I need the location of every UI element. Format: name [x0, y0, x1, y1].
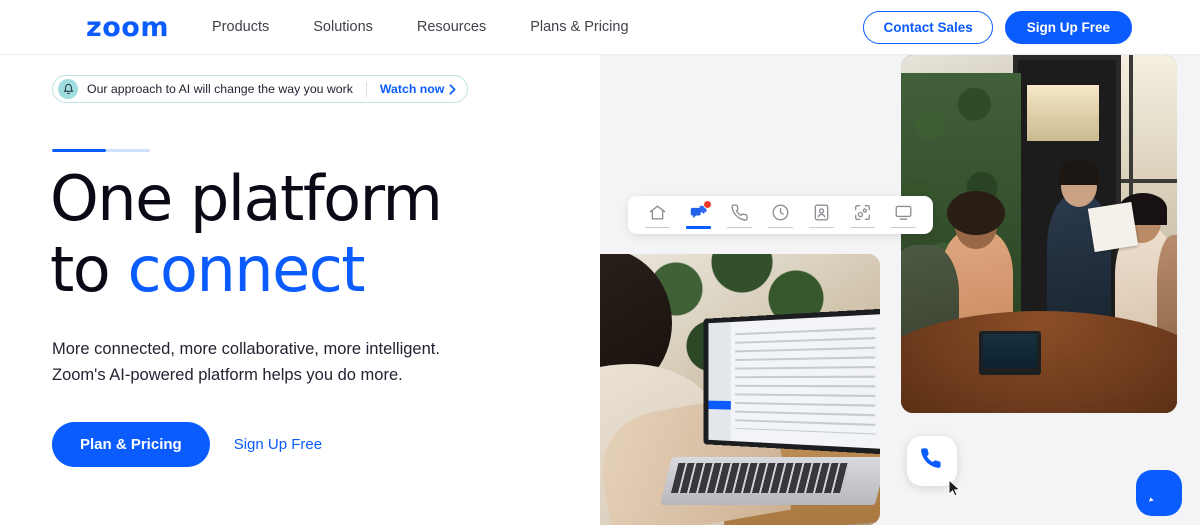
zoom-homepage: zoom Products Solutions Resources Plans …	[0, 0, 1200, 525]
headline-line-2-accent: connect	[127, 233, 365, 306]
home-icon	[648, 202, 667, 224]
toolbar-item-chat[interactable]	[678, 196, 719, 234]
notification-badge	[703, 200, 712, 209]
subhead-line-2: Zoom's AI-powered platform helps you do …	[52, 366, 403, 384]
announcement-divider	[365, 81, 367, 97]
phone-icon	[730, 202, 749, 224]
watch-now-label: Watch now	[379, 82, 445, 96]
announcement-banner[interactable]: Our approach to AI will change the way y…	[52, 75, 469, 103]
zoom-logo[interactable]: zoom	[86, 14, 169, 41]
floating-phone-button[interactable]	[907, 436, 957, 486]
toolbar-underline	[645, 226, 670, 229]
meeting-room-photo	[901, 55, 1177, 413]
toolbar-item-home[interactable]	[637, 196, 678, 234]
nav-item-products[interactable]: Products	[212, 0, 291, 55]
toolbar-item-whiteboard[interactable]	[842, 196, 883, 234]
contact-sales-button[interactable]: Contact Sales	[863, 11, 993, 44]
phone-icon	[920, 447, 944, 476]
toolbar-underline	[727, 226, 752, 229]
sign-up-free-button[interactable]: Sign Up Free	[1004, 11, 1132, 44]
toolbar-item-phone[interactable]	[719, 196, 760, 234]
screen-share-icon	[894, 202, 913, 224]
clock-icon	[771, 202, 790, 224]
subhead-line-1: More connected, more collaborative, more…	[52, 340, 440, 358]
contacts-icon	[812, 202, 831, 224]
toolbar-underline	[850, 226, 875, 229]
headline-line-2-plain: to	[50, 233, 128, 306]
hero-left-column: Our approach to AI will change the way y…	[0, 55, 600, 525]
person-with-laptop-photo	[600, 254, 880, 525]
headline-line-1: One platform	[50, 162, 443, 235]
toolbar-underline	[891, 226, 916, 229]
hero-cta-row: Plan & Pricing Sign Up Free	[52, 422, 322, 467]
watch-now-link[interactable]: Watch now	[380, 82, 456, 96]
zoom-app-toolbar	[628, 196, 933, 234]
toolbar-underline	[809, 226, 834, 229]
user-avatar-icon	[1146, 477, 1173, 509]
announcement-text: Our approach to AI will change the way y…	[87, 82, 353, 96]
hero-progress-indicator	[52, 149, 150, 152]
toolbar-item-meetings[interactable]	[760, 196, 801, 234]
hero-sign-up-free-link[interactable]: Sign Up Free	[234, 436, 322, 453]
main-navigation: Products Solutions Resources Plans & Pri…	[212, 0, 651, 55]
nav-item-resources[interactable]: Resources	[395, 0, 508, 55]
support-chat-avatar-button[interactable]	[1136, 470, 1182, 516]
bell-icon	[58, 79, 78, 99]
header-actions: Contact Sales Sign Up Free	[863, 11, 1132, 44]
nav-item-solutions[interactable]: Solutions	[291, 0, 395, 55]
page-title: One platform to connect	[50, 163, 570, 305]
hero-right-column	[600, 55, 1200, 525]
toolbar-underline-active	[686, 226, 711, 229]
site-header: zoom Products Solutions Resources Plans …	[0, 0, 1200, 55]
whiteboard-icon	[853, 202, 872, 224]
chevron-right-icon	[449, 83, 456, 95]
toolbar-item-screen-share[interactable]	[883, 196, 924, 234]
nav-item-plans-pricing[interactable]: Plans & Pricing	[508, 0, 650, 55]
plan-and-pricing-button[interactable]: Plan & Pricing	[52, 422, 210, 467]
hero-progress-fill	[52, 149, 106, 152]
toolbar-item-contacts[interactable]	[801, 196, 842, 234]
toolbar-underline	[768, 226, 793, 229]
hero-subheading: More connected, more collaborative, more…	[52, 336, 552, 388]
